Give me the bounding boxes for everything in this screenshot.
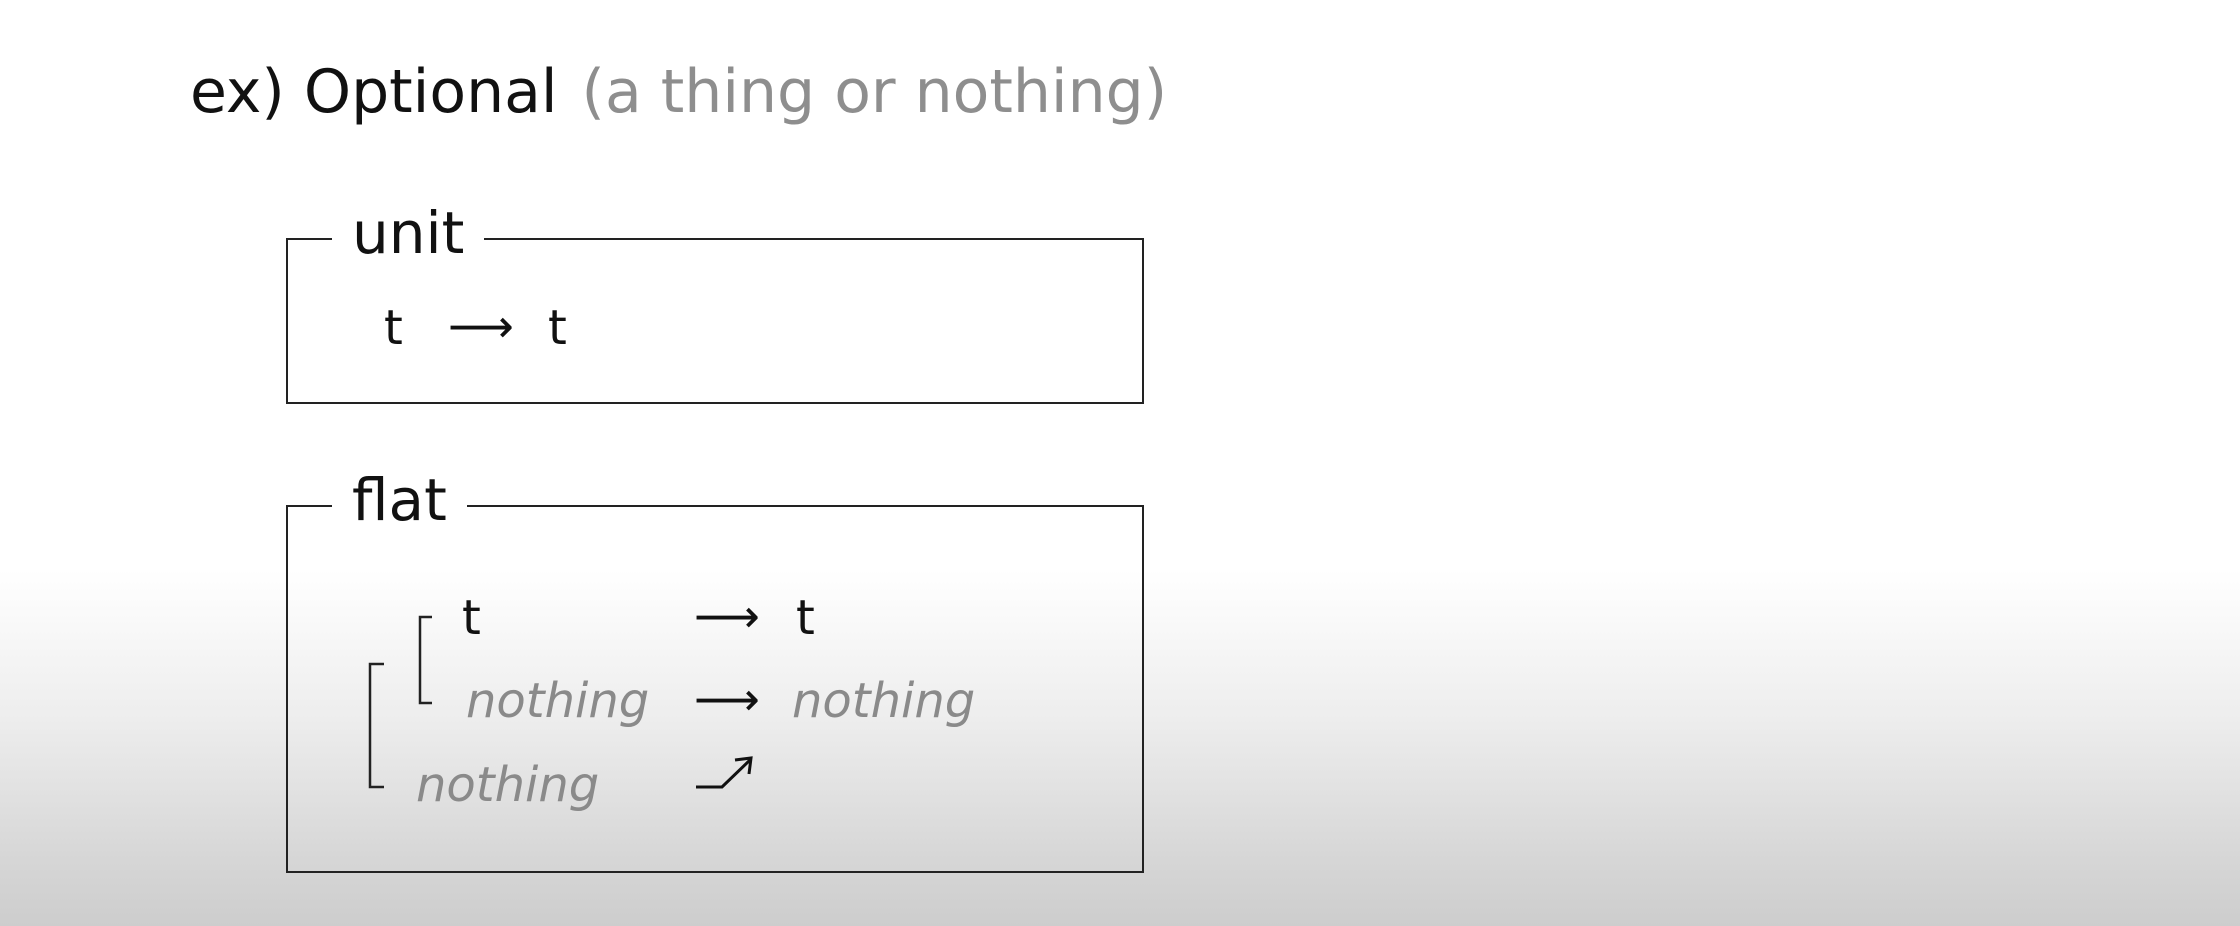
bracket-outer-icon [368,662,384,789]
bracket-inner-icon [418,615,432,705]
flat-diagram-decorations [368,615,753,789]
merge-arrow-icon [696,756,753,789]
slide: ex) Optional (a thing or nothing) unit t … [0,0,2240,926]
